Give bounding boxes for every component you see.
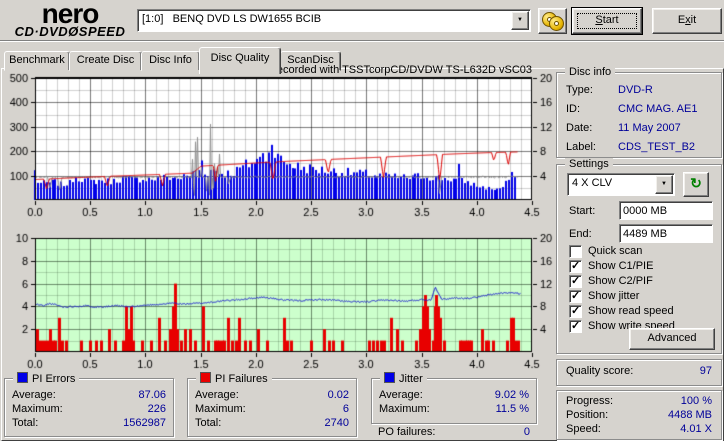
info-value: CMC MAG. AE1 [618, 103, 698, 115]
blue-square-icon [384, 372, 395, 383]
tab-label: Disc Info [149, 54, 192, 66]
jitter-legend: Jitter [380, 372, 427, 386]
logo-nero-text: nero [41, 0, 100, 29]
stat-value: 0.02 [327, 389, 349, 401]
stat-label: Total: [12, 417, 39, 429]
tab-label: Create Disc [76, 54, 135, 66]
show-c2-pif-checkbox[interactable] [569, 274, 582, 288]
show-jitter-label: Show jitter [588, 290, 640, 302]
quick-scan-checkbox[interactable] [569, 245, 582, 258]
speed-label: Speed: [566, 423, 601, 435]
info-label: Type: [566, 84, 593, 96]
stat-label: Maximum: [195, 403, 246, 415]
tab-label: Disc Quality [210, 52, 270, 64]
tab-benchmark[interactable]: Benchmark [4, 51, 70, 71]
speed-value: 4.01 X [680, 423, 712, 435]
show-c1-pie-checkbox[interactable] [569, 259, 582, 273]
po-failures-row: PO failures: 0 [371, 425, 537, 439]
jitter-title: Jitter [399, 373, 423, 385]
show-c1-pie-label: Show C1/PIE [588, 260, 654, 272]
settings-group: Settings 4 X CLV ▼ ↻ Start: End: Quick s… [556, 158, 722, 354]
blue-square-icon [17, 372, 28, 383]
pi-errors-chart [0, 70, 556, 222]
quality-score-box: Quality score: 97 [556, 359, 722, 386]
refresh-icon: ↻ [690, 175, 702, 191]
logo-speed-text: CD·DVDØSPEED [14, 24, 126, 39]
stat-value: 87.06 [138, 389, 166, 401]
start-offset-field[interactable] [619, 201, 713, 220]
info-label: Date: [566, 122, 593, 134]
pi-failures-legend: PI Failures [196, 372, 272, 386]
drive-select[interactable]: [1:0] BENQ DVD LS DW1655 BCIB ▼ [137, 9, 531, 32]
pi-failures-box: PI Failures Average: 0.02 Maximum: 6 Total… [187, 372, 357, 437]
jitter-box: Jitter Average: 9.02 % Maximum: 11.5 % [371, 372, 537, 424]
show-read-speed-label: Show read speed [588, 305, 674, 317]
exit-button-label: Exit [677, 14, 697, 26]
po-failures-value: 0 [523, 426, 530, 438]
disc-tool-button[interactable] [538, 8, 567, 34]
stat-label: Average: [195, 389, 239, 401]
stat-label: Average: [379, 389, 423, 401]
chevron-down-icon[interactable]: ▼ [511, 11, 529, 30]
pi-failures-jitter-chart [0, 226, 556, 372]
drive-select-value: [1:0] BENQ DVD LS DW1655 BCIB [142, 13, 322, 25]
stat-value: 9.02 % [494, 389, 529, 401]
stat-value: 226 [147, 403, 166, 415]
disc-info-legend: Disc info [565, 66, 616, 79]
tab-disc-info[interactable]: Disc Info [141, 51, 200, 71]
stat-label: Average: [12, 389, 56, 401]
nero-cd-dvd-speed-window: nero CD·DVDØSPEED [1:0] BENQ DVD LS DW16… [0, 0, 724, 441]
po-failures-label: PO failures: [378, 426, 436, 438]
stat-value: 2740 [324, 417, 349, 429]
progress-box: Progress: 100 % Position: 4488 MB Speed: 4.… [556, 390, 722, 440]
show-write-speed-checkbox[interactable] [569, 319, 582, 333]
settings-legend: Settings [565, 158, 613, 171]
stat-label: Maximum: [12, 403, 63, 415]
pi-errors-legend: PI Errors [13, 372, 80, 386]
toolbar-separator [0, 40, 724, 42]
quick-scan-label: Quick scan [588, 245, 643, 257]
speed-select-value: 4 X CLV [572, 177, 613, 189]
refresh-button[interactable]: ↻ [683, 172, 709, 197]
end-offset-field[interactable] [619, 224, 713, 243]
position-label: Position: [566, 409, 609, 421]
exit-button[interactable]: Exit [652, 8, 722, 34]
advanced-button[interactable]: Advanced [629, 328, 715, 350]
disc-info-group: Disc info Type: DVD-R ID: CMC MAG. AE1 Dat… [556, 66, 722, 158]
chevron-down-icon[interactable]: ▼ [655, 175, 673, 194]
info-value: DVD-R [618, 84, 653, 96]
pi-errors-title: PI Errors [32, 373, 76, 385]
info-value: CDS_TEST_B2 [618, 141, 696, 153]
position-value: 4488 MB [667, 409, 712, 421]
stat-value: 1562987 [123, 417, 166, 429]
info-value: 11 May 2007 [618, 122, 681, 134]
disc-icon [549, 16, 564, 31]
info-label: Label: [566, 141, 596, 153]
tab-disc-quality[interactable]: Disc Quality [199, 47, 281, 74]
info-label: ID: [566, 103, 581, 115]
progress-value: 100 % [680, 395, 712, 407]
app-logo: nero CD·DVDØSPEED [8, 0, 132, 39]
show-c2-pif-label: Show C2/PIF [588, 275, 653, 287]
stat-value: 6 [342, 403, 349, 415]
stat-label: Maximum: [379, 403, 430, 415]
start-offset-label: Start: [569, 205, 596, 217]
progress-label: Progress: [566, 395, 614, 407]
focus-rectangle [577, 13, 637, 29]
end-offset-label: End: [569, 228, 592, 240]
tab-create-disc[interactable]: Create Disc [69, 51, 142, 71]
pi-errors-box: PI Errors Average: 87.06 Maximum: 226 Tota… [4, 372, 174, 437]
pi-failures-title: PI Failures [215, 373, 268, 385]
stat-value: 11.5 % [495, 403, 529, 415]
speed-select[interactable]: 4 X CLV ▼ [567, 173, 675, 196]
tab-label: Benchmark [9, 54, 65, 66]
advanced-button-label: Advanced [647, 332, 697, 344]
show-read-speed-checkbox[interactable] [569, 304, 582, 318]
red-square-icon [200, 372, 211, 383]
show-jitter-checkbox[interactable] [569, 289, 582, 303]
quality-score-label: Quality score: [566, 365, 634, 377]
quality-score-value: 97 [699, 365, 712, 377]
start-button[interactable]: Start [572, 8, 642, 34]
stat-label: Total: [195, 417, 222, 429]
